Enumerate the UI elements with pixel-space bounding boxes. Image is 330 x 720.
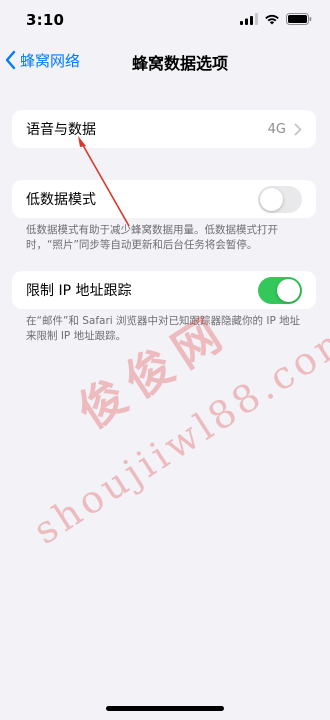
watermark-main: 俊俊网 xyxy=(68,302,239,440)
limit-ip-tracking-toggle[interactable] xyxy=(258,276,302,304)
ip-tracking-footer-note: 在“邮件”和 Safari 浏览器中对已知跟踪器隐藏你的 IP 地址来限制 IP… xyxy=(26,315,301,342)
row-label: 低数据模式 xyxy=(26,192,96,208)
row-limit-ip-tracking: 限制 IP 地址跟踪 xyxy=(12,271,316,309)
settings-group-low-data: 低数据模式 xyxy=(12,180,316,218)
settings-group-voice-data: 语音与数据 4G xyxy=(12,110,316,148)
status-bar: 3:10 xyxy=(0,0,330,40)
battery-icon xyxy=(286,13,312,25)
toggle-knob xyxy=(260,187,283,211)
low-data-mode-toggle[interactable] xyxy=(258,185,302,213)
row-low-data-mode: 低数据模式 xyxy=(12,180,316,218)
navigation-bar: 蜂窝网络 蜂窝数据选项 xyxy=(0,40,330,80)
settings-group-ip-tracking: 限制 IP 地址跟踪 xyxy=(12,271,316,309)
home-indicator xyxy=(106,706,224,711)
low-data-footer-note: 低数据模式有助于减少蜂窝数据用量。低数据模式打开时，“照片”同步等自动更新和后台… xyxy=(26,224,278,251)
row-label: 限制 IP 地址跟踪 xyxy=(26,283,132,299)
signal-icon xyxy=(240,13,258,25)
row-value: 4G xyxy=(267,121,286,137)
status-icons xyxy=(240,13,312,25)
wifi-icon xyxy=(265,14,279,25)
page-title: 蜂窝数据选项 xyxy=(131,54,228,73)
row-voice-data[interactable]: 语音与数据 4G xyxy=(12,110,316,148)
toggle-knob xyxy=(277,278,300,302)
row-label: 语音与数据 xyxy=(26,122,96,138)
status-time: 3:10 xyxy=(26,11,65,29)
chevron-right-icon xyxy=(294,123,302,135)
annotation-arrow xyxy=(78,136,130,227)
